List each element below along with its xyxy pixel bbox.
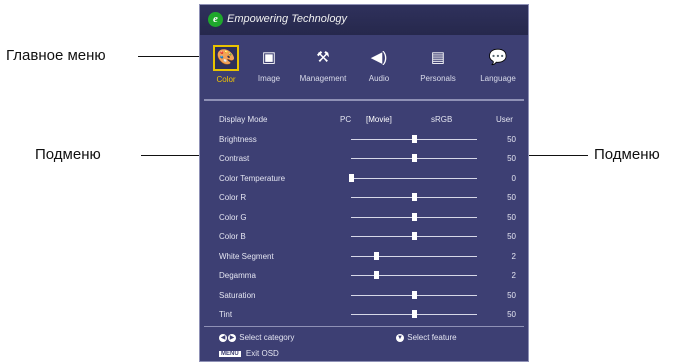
osd-header: e Empowering Technology: [200, 5, 528, 35]
osd-menu: e Empowering Technology 🎨 Color ▣ Image …: [199, 4, 529, 362]
slider-thumb[interactable]: [374, 251, 380, 260]
slider-label: Tint: [219, 310, 233, 319]
tools-icon: ⚒: [316, 49, 330, 66]
submenu-callout-left: Подменю: [35, 146, 101, 163]
tab-language[interactable]: 💬 Language: [470, 41, 526, 95]
tab-management[interactable]: ⚒ Management: [292, 41, 354, 95]
palette-icon: 🎨: [213, 45, 239, 71]
slider-value: 50: [507, 310, 516, 319]
tab-color[interactable]: 🎨 Color: [204, 41, 248, 95]
brand-title: Empowering Technology: [227, 13, 348, 25]
slider-thumb[interactable]: [349, 173, 354, 182]
main-menu-callout: Главное меню: [6, 47, 106, 64]
slider-label: Color R: [219, 193, 247, 202]
exit-osd-hint: MENU Exit OSD: [219, 349, 279, 358]
main-menu-callout-line: [138, 56, 208, 57]
slider-label: Color G: [219, 212, 247, 222]
slider-row[interactable]: Color R 50: [200, 189, 528, 207]
slider-row[interactable]: Brightness 50: [200, 131, 528, 149]
document-icon: ▤: [430, 49, 446, 66]
select-category-hint: ◀ ▶ Select category: [219, 333, 294, 342]
select-feature-label: Select feature: [407, 333, 457, 342]
display-mode-label: Display Mode: [219, 115, 268, 124]
slider-track[interactable]: [351, 177, 477, 179]
slider-value: 50: [507, 212, 516, 222]
slider-row[interactable]: Color Temperature 0: [200, 170, 528, 188]
select-feature-hint: ▼ Select feature: [396, 333, 457, 342]
speech-bubble-icon: 💬: [488, 49, 508, 66]
slider-value: 50: [507, 232, 516, 241]
slider-row[interactable]: Color B 50: [200, 228, 528, 246]
slider-row[interactable]: White Segment 2: [200, 248, 528, 266]
slider-value: 0: [511, 173, 516, 183]
slider-track[interactable]: [351, 275, 477, 276]
down-arrow-icon: ▼: [396, 333, 404, 342]
display-mode-option-pc[interactable]: PC: [340, 115, 351, 124]
speaker-icon: ◀): [370, 49, 388, 66]
slider-track[interactable]: [351, 255, 477, 257]
slider-thumb[interactable]: [412, 154, 417, 162]
slider-value: 50: [507, 290, 516, 300]
slider-row[interactable]: Saturation 50: [200, 287, 528, 305]
slider-thumb[interactable]: [412, 232, 417, 240]
slider-row[interactable]: Contrast 50: [200, 150, 528, 168]
brand-logo-icon: e: [208, 12, 223, 27]
tab-label: Color: [216, 75, 236, 84]
select-category-label: Select category: [239, 333, 295, 342]
display-mode-row[interactable]: Display Mode PC [Movie] sRGB User: [200, 111, 528, 129]
main-menu-tabs: 🎨 Color ▣ Image ⚒ Management ◀) Audio ▤ …: [204, 41, 526, 97]
exit-osd-label: Exit OSD: [245, 349, 279, 358]
submenu-callout-right: Подменю: [594, 146, 660, 163]
tab-label: Management: [299, 74, 347, 83]
tab-label: Language: [480, 74, 516, 83]
slider-value: 50: [507, 193, 516, 202]
display-mode-option-srgb[interactable]: sRGB: [431, 115, 452, 124]
slider-thumb[interactable]: [412, 134, 417, 143]
slider-thumb[interactable]: [412, 310, 417, 318]
slider-row[interactable]: Color G 50: [200, 209, 528, 227]
slider-label: Color B: [219, 232, 246, 241]
slider-label: Color Temperature: [219, 173, 286, 183]
picture-icon: ▣: [261, 49, 277, 66]
tab-image[interactable]: ▣ Image: [248, 41, 290, 95]
tab-label: Image: [257, 74, 281, 83]
slider-thumb[interactable]: [412, 290, 417, 299]
slider-value: 2: [511, 251, 516, 261]
slider-label: Saturation: [219, 290, 256, 300]
tab-label: Audio: [368, 74, 390, 83]
slider-label: White Segment: [219, 251, 274, 261]
slider-row[interactable]: Tint 50: [200, 306, 528, 324]
slider-label: Degamma: [219, 271, 256, 280]
slider-thumb[interactable]: [412, 193, 417, 201]
slider-value: 50: [507, 134, 516, 144]
tab-personals[interactable]: ▤ Personals: [410, 41, 466, 95]
tab-label: Personals: [420, 74, 456, 83]
slider-value: 50: [507, 154, 516, 163]
slider-value: 2: [511, 271, 516, 280]
display-mode-option-movie[interactable]: [Movie]: [366, 115, 392, 124]
slider-label: Contrast: [219, 154, 250, 163]
display-mode-option-user[interactable]: User: [496, 115, 513, 124]
slider-label: Brightness: [219, 134, 257, 144]
slider-thumb[interactable]: [412, 212, 417, 221]
slider-row[interactable]: Degamma 2: [200, 267, 528, 285]
right-arrow-icon: ▶: [228, 333, 236, 342]
menu-key-icon: MENU: [219, 350, 241, 357]
left-arrow-icon: ◀: [219, 333, 227, 342]
tab-audio[interactable]: ◀) Audio: [356, 41, 402, 95]
menu-divider: [204, 99, 524, 101]
footer-divider: [204, 326, 524, 327]
slider-thumb[interactable]: [374, 271, 380, 279]
